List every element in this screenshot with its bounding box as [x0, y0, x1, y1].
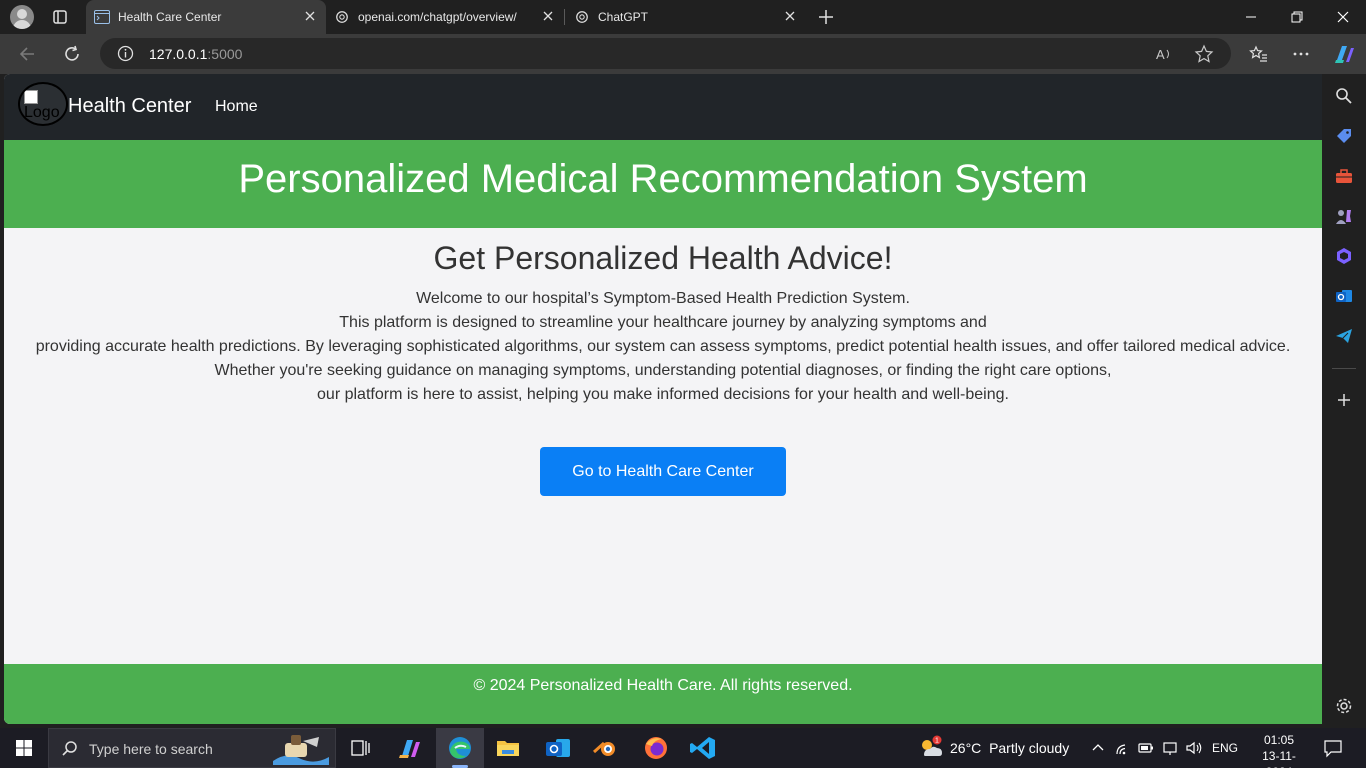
description-line: This platform is designed to streamline …: [339, 314, 987, 331]
description-line: Whether you're seeking guidance on manag…: [214, 362, 1112, 379]
minimize-icon[interactable]: [1228, 0, 1274, 34]
taskbar-search-box[interactable]: Type here to search: [48, 728, 336, 768]
description-line: our platform is here to assist, helping …: [317, 386, 1009, 403]
windows-start-icon[interactable]: [0, 728, 48, 768]
network-cable-icon[interactable]: [1160, 740, 1180, 756]
restore-icon[interactable]: [1274, 0, 1320, 34]
site-navbar: Logo Health Center Home: [4, 74, 1322, 140]
search-icon: [62, 741, 77, 756]
search-icon[interactable]: [1334, 86, 1354, 106]
notifications-icon[interactable]: [1322, 738, 1344, 758]
tools-toolbox-icon[interactable]: [1334, 166, 1354, 186]
volume-speaker-icon[interactable]: [1184, 740, 1204, 756]
broken-image-icon: [24, 90, 38, 104]
favorites-icon[interactable]: [1242, 38, 1274, 70]
edge-taskbar-button[interactable]: [436, 728, 484, 768]
edge-icon: [449, 737, 471, 759]
hero-banner: Personalized Medical Recommendation Syst…: [4, 140, 1322, 228]
input-language-indicator[interactable]: ENG: [1212, 741, 1238, 755]
close-window-icon[interactable]: [1320, 0, 1366, 34]
svg-text:A: A: [1156, 47, 1165, 62]
outlook-icon[interactable]: [1334, 286, 1354, 306]
weather-text: 26°C Partly cloudy: [950, 740, 1069, 756]
tab-openai-overview[interactable]: openai.com/chatgpt/overview/: [326, 0, 564, 34]
footer-copyright: © 2024 Personalized Health Care. All rig…: [473, 677, 853, 694]
shopping-tag-icon[interactable]: [1334, 126, 1354, 146]
browser-toolbar: 127.0.0.1:5000 A: [0, 34, 1366, 74]
weather-temperature: 26°C: [950, 740, 982, 756]
url-text: 127.0.0.1:5000: [149, 46, 243, 62]
description-line: Welcome to our hospital’s Symptom-Based …: [416, 290, 910, 307]
page-favicon-icon: [94, 10, 110, 24]
task-view-icon[interactable]: [336, 728, 384, 768]
tab-actions-icon[interactable]: [50, 7, 70, 27]
close-tab-icon[interactable]: [540, 8, 556, 24]
address-bar[interactable]: 127.0.0.1:5000 A: [100, 38, 1231, 69]
logo-alt-text: Logo: [24, 104, 60, 121]
browser-sidebar: [1322, 74, 1366, 727]
tab-strip: Health Care Center openai.com/chatgpt/ov…: [0, 0, 1366, 34]
tab-separator: [564, 9, 565, 25]
back-arrow-icon[interactable]: [12, 38, 44, 70]
tab-title: ChatGPT: [598, 10, 649, 24]
copilot-app-icon[interactable]: [386, 728, 434, 768]
more-options-icon[interactable]: [1285, 38, 1317, 70]
settings-gear-icon[interactable]: [1334, 696, 1354, 716]
weather-condition: Partly cloudy: [989, 740, 1070, 756]
close-tab-icon[interactable]: [782, 8, 798, 24]
favorite-star-icon[interactable]: [1194, 44, 1214, 64]
search-placeholder: Type here to search: [89, 741, 213, 757]
new-tab-icon[interactable]: [816, 7, 836, 27]
close-tab-icon[interactable]: [302, 8, 318, 24]
nav-link-home[interactable]: Home: [215, 98, 258, 116]
site-info-icon[interactable]: [117, 45, 134, 62]
site-logo[interactable]: Logo: [18, 82, 68, 126]
profile-avatar-icon[interactable]: [10, 5, 34, 29]
copilot-icon[interactable]: [1328, 38, 1360, 70]
vscode-icon[interactable]: [680, 728, 728, 768]
clock-date: 13-11-2024: [1262, 749, 1296, 768]
openai-logo-icon: [336, 11, 348, 23]
sidebar-divider: [1332, 368, 1356, 369]
tab-title: openai.com/chatgpt/overview/: [358, 10, 517, 24]
search-highlight-illustration-icon: [273, 735, 329, 765]
microsoft-365-icon[interactable]: [1334, 246, 1354, 266]
battery-icon[interactable]: [1136, 740, 1156, 756]
content-title: Get Personalized Health Advice!: [433, 240, 893, 276]
file-explorer-icon[interactable]: [484, 728, 532, 768]
clock-time: 01:05: [1263, 733, 1295, 747]
telegram-send-icon[interactable]: [1334, 326, 1354, 346]
openai-logo-icon: [576, 11, 588, 23]
go-to-health-care-center-button[interactable]: Go to Health Care Center: [540, 447, 786, 496]
read-aloud-icon[interactable]: A: [1154, 44, 1174, 64]
system-clock[interactable]: 01:05 13-11-2024: [1252, 732, 1306, 768]
partly-cloudy-icon: 1: [922, 735, 942, 756]
blender-icon[interactable]: [582, 728, 630, 768]
wifi-icon[interactable]: [1114, 740, 1132, 756]
site-footer: © 2024 Personalized Health Care. All rig…: [4, 664, 1322, 724]
tab-title: Health Care Center: [118, 10, 222, 24]
refresh-icon[interactable]: [56, 38, 88, 70]
hero-title: Personalized Medical Recommendation Syst…: [238, 157, 1088, 201]
page-viewport: Logo Health Center Home Personalized Med…: [4, 74, 1322, 724]
windows-taskbar: Type here to search 1 26°C Partly cloudy…: [0, 728, 1366, 768]
add-sidebar-app-icon[interactable]: [1334, 390, 1354, 410]
outlook-app-icon[interactable]: [534, 728, 582, 768]
show-hidden-icons-chevron-icon[interactable]: [1090, 740, 1106, 756]
tab-chatgpt[interactable]: ChatGPT: [566, 0, 806, 34]
brand-name[interactable]: Health Center: [68, 95, 191, 118]
games-icon[interactable]: [1334, 206, 1354, 226]
description: Welcome to our hospital’s Symptom-Based …: [4, 287, 1322, 407]
tab-health-care-center[interactable]: Health Care Center: [86, 0, 326, 34]
description-line: providing accurate health predictions. B…: [35, 338, 1291, 355]
firefox-icon[interactable]: [632, 728, 680, 768]
weather-alert-badge: 1: [935, 738, 939, 745]
